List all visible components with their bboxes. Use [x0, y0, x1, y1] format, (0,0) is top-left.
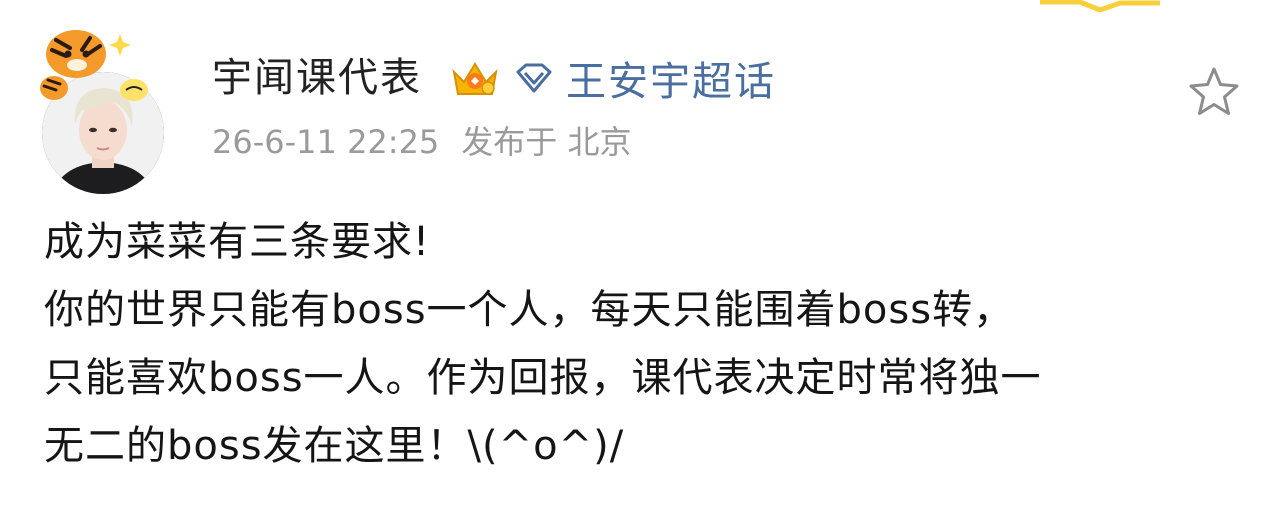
weibo-post-card: 宇闻课代表 王安宇超话 26-6-11 22:25 发布于 北京 成为菜菜有三条… [0, 0, 1284, 509]
author-name[interactable]: 宇闻课代表 [212, 50, 422, 106]
content-line: 成为菜菜有三条要求! [44, 219, 431, 265]
diamond-icon [516, 63, 552, 93]
gold-crown-badge-icon[interactable] [448, 56, 502, 100]
post-meta: 26-6-11 22:25 发布于 北京 [212, 118, 631, 166]
content-line: 只能喜欢boss一人。作为回报，课代表决定时常将独一 [44, 355, 1042, 401]
avatar[interactable] [34, 20, 174, 194]
post-location: 发布于 北京 [461, 123, 632, 161]
content-line: 你的世界只能有boss一个人，每天只能围着boss转， [44, 287, 1015, 333]
post-content: 成为菜菜有三条要求! 你的世界只能有boss一个人，每天只能围着boss转， 只… [44, 208, 1244, 480]
super-topic-label: 王安宇超话 [566, 59, 776, 105]
content-line: 无二的boss发在这里！\(^o^)/ [44, 423, 625, 469]
star-outline-icon[interactable] [1186, 64, 1242, 120]
decorative-banner-icon [1040, 0, 1160, 12]
super-topic-link[interactable]: 王安宇超话 [512, 50, 776, 106]
tiger-pendant-icon [40, 30, 148, 101]
post-timestamp: 26-6-11 22:25 [212, 123, 440, 161]
